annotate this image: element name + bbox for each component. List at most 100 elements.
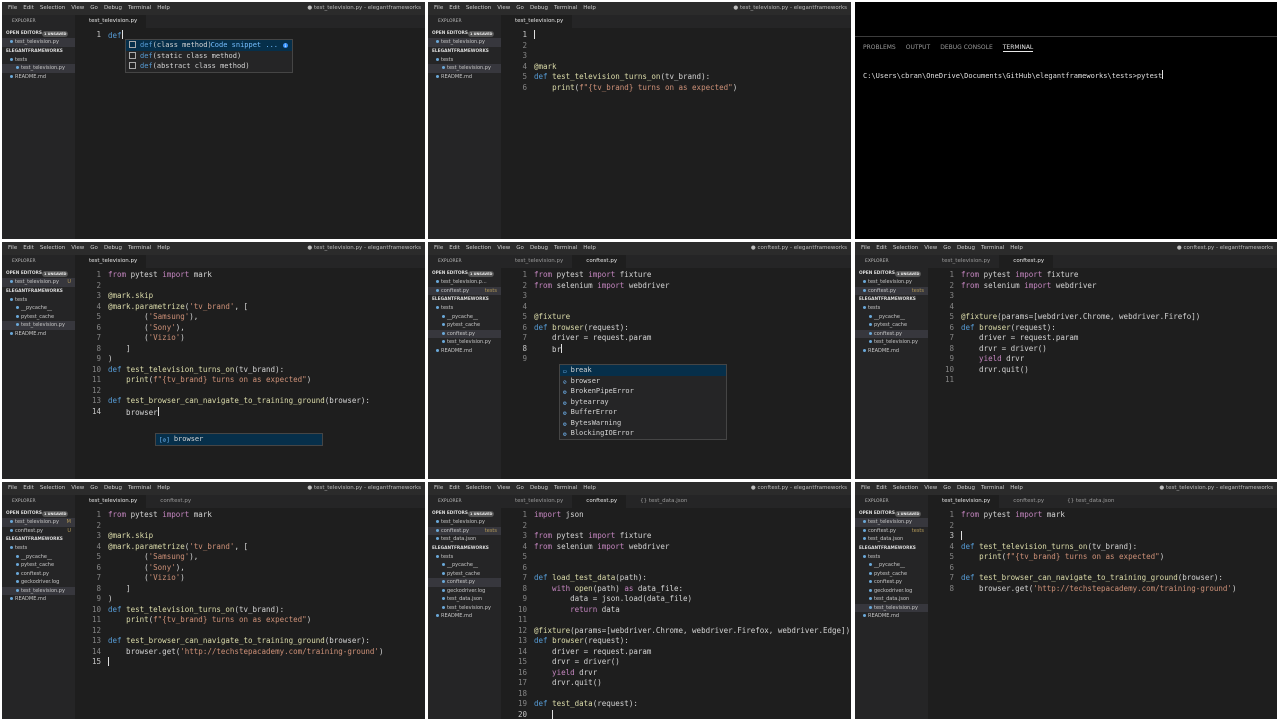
project-folder-section[interactable]: ELEGANTFRAMEWORKS <box>855 295 928 304</box>
open-editor-item[interactable]: conftest.py U <box>2 527 75 536</box>
file-tree-item[interactable]: geckodriver.log <box>855 587 928 596</box>
menu-item-help[interactable]: Help <box>583 2 596 15</box>
project-folder-section[interactable]: ELEGANTFRAMEWORKS <box>428 295 501 304</box>
menu-item-selection[interactable]: Selection <box>40 482 65 495</box>
menu-item-file[interactable]: File <box>8 2 17 15</box>
menu-item-debug[interactable]: Debug <box>530 242 548 255</box>
file-tree-item[interactable]: test_television.py <box>855 603 928 612</box>
terminal-tab-problems[interactable]: PROBLEMS <box>863 44 896 51</box>
editor-tab[interactable]: test_television.py <box>501 255 572 268</box>
code-editor[interactable]: 1 from pytest import fixture 2 from seleniu… <box>501 268 851 479</box>
editor-tab[interactable]: conftest.py <box>999 255 1054 268</box>
open-editors-section[interactable]: OPEN EDITORS 1 UNSAVED <box>855 269 928 278</box>
menu-item-help[interactable]: Help <box>157 2 170 15</box>
file-tree-item[interactable]: tests <box>855 553 928 562</box>
menu-item-view[interactable]: View <box>924 482 937 495</box>
editor-tab[interactable]: conftest.py <box>999 495 1053 508</box>
code-editor[interactable]: 1 2 3 4 @mark 5 def test_television_turns_on(t… <box>501 28 851 239</box>
suggestion-item[interactable]: ⚙ BrokenPipeError <box>560 386 726 397</box>
file-tree-item[interactable]: README.md <box>2 73 75 82</box>
menu-item-selection[interactable]: Selection <box>466 482 491 495</box>
file-tree-item[interactable]: test_television.py <box>2 586 75 595</box>
project-folder-section[interactable]: ELEGANTFRAMEWORKS <box>2 535 75 544</box>
file-tree-item[interactable]: __pycache__ <box>2 304 75 313</box>
suggestion-item[interactable]: ⚙ BufferError <box>560 407 726 418</box>
project-folder-section[interactable]: ELEGANTFRAMEWORKS <box>428 47 501 56</box>
file-tree-item[interactable]: README.md <box>855 612 928 621</box>
menu-item-selection[interactable]: Selection <box>466 242 491 255</box>
menu-item-help[interactable]: Help <box>1010 482 1023 495</box>
editor-tab[interactable]: test_television.py <box>928 495 1000 508</box>
file-tree-item[interactable]: test_data.json <box>855 595 928 604</box>
editor-tab[interactable]: test_television.py <box>75 495 147 508</box>
file-tree-item[interactable]: test_television.py <box>428 604 501 613</box>
open-editor-item[interactable]: conftest.py tests <box>428 286 501 295</box>
file-tree-item[interactable]: tests <box>855 304 928 313</box>
suggestion-item[interactable]: ⚙ BytesWarning <box>560 418 726 429</box>
suggestion-item[interactable]: ⚙ BlockingIOError <box>560 428 726 439</box>
file-tree-item[interactable]: README.md <box>2 595 75 604</box>
menu-item-edit[interactable]: Edit <box>876 482 887 495</box>
code-editor[interactable]: 1 from pytest import mark 2 3 4 def test_tele… <box>928 508 1277 719</box>
suggestion-item[interactable]: ▭ break <box>560 365 726 376</box>
menu-item-file[interactable]: File <box>8 482 17 495</box>
info-icon[interactable]: i <box>283 42 288 48</box>
menu-item-help[interactable]: Help <box>1010 242 1023 255</box>
menu-item-view[interactable]: View <box>924 242 937 255</box>
terminal-tab-output[interactable]: OUTPUT <box>906 44 930 51</box>
file-tree-item[interactable]: pytest_cache <box>428 321 501 330</box>
file-tree-item[interactable]: README.md <box>855 347 928 356</box>
open-editors-section[interactable]: OPEN EDITORS 1 UNSAVED <box>428 29 501 38</box>
menu-item-edit[interactable]: Edit <box>23 242 34 255</box>
menu-item-debug[interactable]: Debug <box>104 2 122 15</box>
suggestion-item[interactable]: ⊘ browser <box>560 376 726 387</box>
open-editor-item[interactable]: test_television.py <box>428 38 501 47</box>
menu-item-debug[interactable]: Debug <box>530 2 548 15</box>
open-editors-section[interactable]: OPEN EDITORS 1 UNSAVED <box>2 269 75 278</box>
project-folder-section[interactable]: ELEGANTFRAMEWORKS <box>855 544 928 553</box>
menu-item-edit[interactable]: Edit <box>449 242 460 255</box>
open-editor-item[interactable]: test_television.py <box>428 518 501 527</box>
open-editors-section[interactable]: OPEN EDITORS 1 UNSAVED <box>2 29 75 38</box>
menu-item-selection[interactable]: Selection <box>466 2 491 15</box>
file-tree-item[interactable]: geckodriver.log <box>428 587 501 596</box>
menu-item-view[interactable]: View <box>497 2 510 15</box>
menu-item-go[interactable]: Go <box>516 2 524 15</box>
menu-item-debug[interactable]: Debug <box>957 482 975 495</box>
file-tree-item[interactable]: test_television.py <box>428 64 501 73</box>
menu-item-help[interactable]: Help <box>157 482 170 495</box>
file-tree-item[interactable]: tests <box>2 544 75 553</box>
open-editor-item[interactable]: test_television.py U <box>2 278 75 287</box>
file-tree-item[interactable]: __pycache__ <box>855 561 928 570</box>
menu-item-view[interactable]: View <box>497 482 510 495</box>
open-editors-section[interactable]: OPEN EDITORS 1 UNSAVED <box>855 509 928 518</box>
editor-tab[interactable]: {} test_data.json <box>1053 495 1123 508</box>
terminal-tab-debug-console[interactable]: DEBUG CONSOLE <box>940 44 993 51</box>
suggestion-item[interactable]: ⚙ bytearray <box>560 397 726 408</box>
menu-item-debug[interactable]: Debug <box>957 242 975 255</box>
file-tree-item[interactable]: conftest.py <box>855 578 928 587</box>
menu-item-terminal[interactable]: Terminal <box>554 242 577 255</box>
code-editor[interactable]: 1 from pytest import fixture 2 from seleniu… <box>928 268 1277 479</box>
menu-item-file[interactable]: File <box>861 242 870 255</box>
menu-item-selection[interactable]: Selection <box>893 242 918 255</box>
open-editor-item[interactable]: test_television.py <box>855 518 928 527</box>
menu-item-help[interactable]: Help <box>583 482 596 495</box>
menu-item-terminal[interactable]: Terminal <box>981 242 1004 255</box>
file-tree-item[interactable]: test_television.py <box>428 338 501 347</box>
menu-item-go[interactable]: Go <box>516 482 524 495</box>
open-editors-section[interactable]: OPEN EDITORS 1 UNSAVED <box>428 269 501 278</box>
file-tree-item[interactable]: README.md <box>428 347 501 356</box>
editor-tab[interactable]: {} test_data.json <box>626 495 696 508</box>
file-tree-item[interactable]: tests <box>2 56 75 65</box>
menu-item-file[interactable]: File <box>434 2 443 15</box>
open-editors-section[interactable]: OPEN EDITORS 1 UNSAVED <box>2 509 75 518</box>
file-tree-item[interactable]: tests <box>428 553 501 562</box>
file-tree-item[interactable]: conftest.py <box>855 329 928 338</box>
file-tree-item[interactable]: pytest_cache <box>2 561 75 570</box>
open-editor-item[interactable]: test_television.p... <box>428 278 501 287</box>
editor-tab[interactable]: conftest.py <box>146 495 200 508</box>
menu-item-help[interactable]: Help <box>157 242 170 255</box>
menu-item-edit[interactable]: Edit <box>449 2 460 15</box>
file-tree-item[interactable]: __pycache__ <box>428 561 501 570</box>
